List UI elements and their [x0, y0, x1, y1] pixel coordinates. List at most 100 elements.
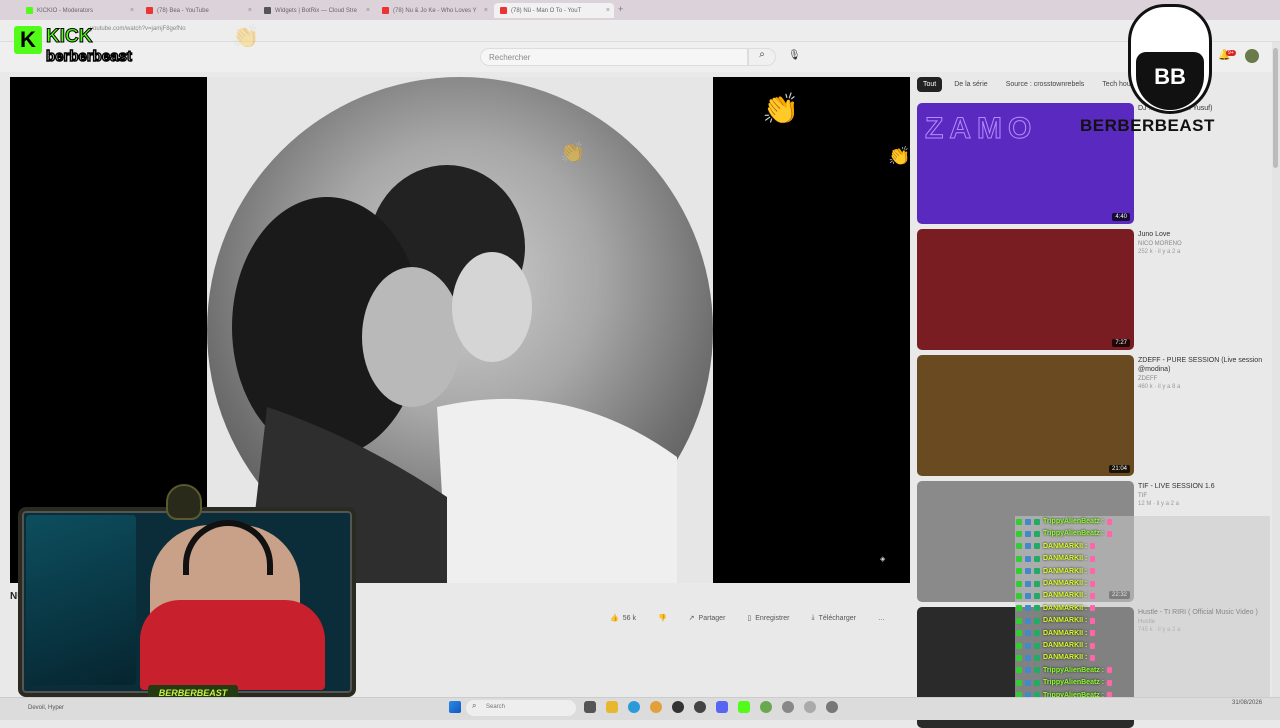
browser-tab[interactable]: KICKIO - Moderators × — [20, 3, 138, 18]
clap-emoji-icon: 👏 — [762, 93, 800, 126]
chat-username: TrippyAlienBeatz : — [1043, 679, 1105, 687]
subscriber-badge-icon — [1025, 518, 1031, 525]
chat-username: TrippyAlienBeatz : — [1043, 666, 1105, 674]
subscriber-badge-icon — [1025, 568, 1031, 575]
chat-username: DANMARKII : — [1043, 542, 1088, 550]
recommendation-meta[interactable]: ZDEFF - PURE SESSION (Live session @modi… — [1138, 356, 1268, 390]
video-duration: 7:27 — [1112, 339, 1130, 347]
clap-emoji-icon: 👏 — [560, 142, 585, 164]
subscriber-badge-icon — [1025, 543, 1031, 550]
taskbar-weather[interactable]: Devoil, Hyper — [28, 705, 64, 711]
edge-icon[interactable] — [628, 701, 640, 713]
chat-username: DANMARKII : — [1043, 617, 1088, 625]
more-actions-button[interactable]: … — [878, 615, 885, 622]
new-tab-button[interactable]: + — [618, 4, 623, 14]
emote-icon — [1090, 592, 1096, 599]
emote-icon — [1090, 630, 1096, 637]
recommendation-title[interactable]: TIF - LIVE SESSION 1.6 — [1138, 482, 1268, 491]
subscriber-badge-icon — [1025, 679, 1031, 686]
kick-badge-icon — [1016, 679, 1022, 686]
chat-username: DANMARKII : — [1043, 580, 1088, 587]
address-bar[interactable] — [0, 20, 1280, 42]
share-label: Partager — [698, 614, 726, 622]
emote-icon — [1090, 543, 1096, 550]
chrome-profile-icon[interactable] — [804, 701, 816, 713]
windows-start-icon[interactable] — [449, 701, 461, 713]
like-button[interactable]: 👍 56 k — [610, 614, 636, 623]
recommendation-thumbnail[interactable]: 7:27 — [917, 229, 1134, 350]
badge-icon — [1034, 642, 1040, 649]
browser-tab[interactable]: (78) Bea - YouTube × — [140, 3, 256, 18]
clap-emoji-icon: 👏 — [888, 146, 911, 166]
filter-chip[interactable]: Source : crosstownrebels — [1000, 77, 1091, 92]
kick-badge-icon — [1016, 555, 1022, 562]
recommendation-channel[interactable]: NICO MORENO — [1138, 241, 1268, 247]
app-icon[interactable] — [694, 701, 706, 713]
search-input[interactable]: Rechercher — [480, 48, 748, 66]
search-icon[interactable]: ⌕ — [748, 48, 776, 66]
mic-icon[interactable]: 🎙 — [788, 50, 801, 61]
recommendation-views: 460 k · il y a 8 a — [1138, 384, 1181, 390]
emote-icon — [1090, 568, 1096, 575]
share-button[interactable]: ↗ Partager — [689, 614, 726, 623]
badge-icon — [1034, 568, 1040, 575]
like-count: 56 k — [622, 614, 636, 622]
chrome-profile-icon[interactable] — [760, 701, 772, 713]
chat-line: DANMARKII : — [1016, 568, 1096, 575]
recommendation-title[interactable]: Juno Love — [1138, 230, 1268, 239]
recommendation-meta[interactable]: TIF - LIVE SESSION 1.6 TIF 12 M · il y a 2… — [1138, 482, 1268, 507]
url-text[interactable]: youtube.com/watch?v=jamjF8gefNo — [90, 26, 186, 32]
recommendation-channel[interactable]: ZDEFF — [1138, 376, 1268, 382]
chat-line: DANMARKII : — [1016, 605, 1096, 612]
browser-tab[interactable]: (78) Nû - Man O To - YouT × — [494, 3, 614, 18]
chat-username: DANMARKII : — [1043, 654, 1088, 662]
chrome-icon[interactable] — [650, 701, 662, 713]
taskbar-clock[interactable]: 31/08/2026 — [1232, 700, 1262, 706]
taskview-icon[interactable] — [584, 701, 596, 713]
avatar[interactable] — [1245, 49, 1259, 63]
recommendation-title[interactable]: ZDEFF - PURE SESSION (Live session @modi… — [1138, 356, 1268, 374]
browser-tab[interactable]: Widgets | BotRix — Cloud Stre × — [258, 3, 374, 18]
close-tab-icon[interactable]: × — [130, 7, 134, 14]
save-button[interactable]: ▯ Enregistrer — [747, 614, 789, 623]
discord-icon[interactable] — [716, 701, 728, 713]
recommendation-channel[interactable]: TIF — [1138, 493, 1268, 499]
taskbar-search-input[interactable]: Search — [466, 700, 576, 716]
chrome-profile-icon[interactable] — [782, 701, 794, 713]
close-tab-icon[interactable]: × — [484, 7, 488, 14]
filter-chip[interactable]: Tout — [917, 77, 943, 92]
badge-icon — [1034, 667, 1040, 674]
file-explorer-icon[interactable] — [606, 701, 618, 713]
tab-favicon-icon — [500, 7, 507, 14]
emote-icon — [1090, 555, 1096, 562]
chat-line: DANMARKII : — [1016, 642, 1096, 649]
close-tab-icon[interactable]: × — [248, 7, 252, 14]
emote-icon — [1107, 667, 1113, 674]
badge-icon — [1034, 592, 1040, 599]
bookmark-icon: ▯ — [747, 615, 752, 622]
kick-app-icon[interactable] — [738, 701, 750, 713]
kick-badge-icon — [1016, 568, 1022, 575]
browser-tab[interactable]: (78) Nu & Jo Ke - Who Loves Y × — [376, 3, 492, 18]
chat-line: TrippyAlienBeatz : — [1016, 666, 1113, 674]
chrome-profile-icon[interactable] — [826, 701, 838, 713]
kick-badge-icon — [1016, 642, 1022, 649]
close-tab-icon[interactable]: × — [366, 7, 370, 14]
streamer-shirt — [140, 600, 325, 690]
scrollbar-thumb[interactable] — [1273, 48, 1278, 168]
recommendation-thumbnail[interactable]: 21:04 — [917, 355, 1134, 476]
tab-favicon-icon — [382, 7, 389, 14]
badge-icon — [1034, 654, 1040, 661]
close-tab-icon[interactable]: × — [606, 7, 610, 14]
recommendation-meta[interactable]: Juno Love NICO MORENO 252 k · il y a 2 a — [1138, 230, 1268, 255]
chat-username: TrippyAlienBeatz : — [1043, 518, 1105, 525]
obs-icon[interactable] — [672, 701, 684, 713]
kick-badge-icon — [1016, 518, 1022, 525]
dislike-button[interactable]: 👎 — [658, 614, 667, 622]
video-actions: 👍 56 k 👎 ↗ Partager ▯ Enregistrer ⤓ Téléchar… — [610, 610, 885, 626]
filter-chip[interactable]: De la série — [948, 77, 993, 92]
clock-date: 31/08/2026 — [1232, 700, 1263, 706]
download-button[interactable]: ⤓ Télécharger — [812, 614, 856, 622]
channel-watermark-icon: ◈ — [880, 556, 886, 563]
subscriber-badge-icon — [1025, 630, 1031, 637]
